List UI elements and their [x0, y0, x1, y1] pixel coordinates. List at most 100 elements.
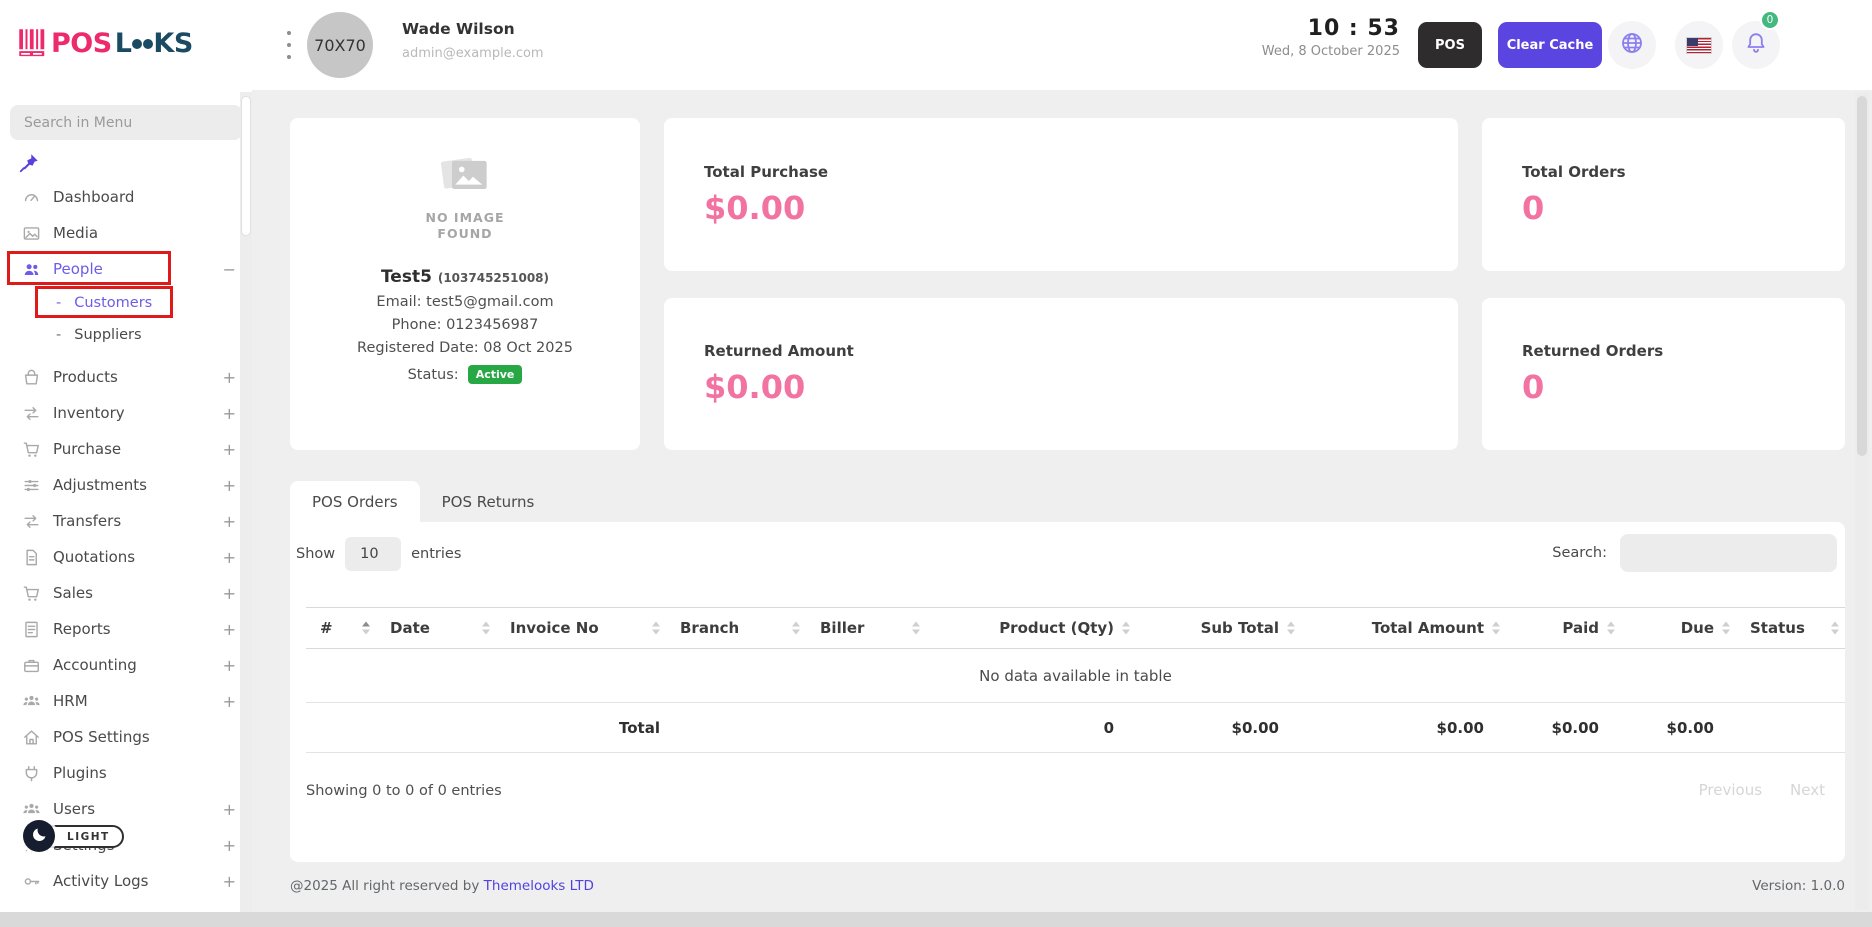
column-header-total-amount[interactable]: Total Amount [1301, 608, 1506, 649]
sort-arrows-icon [1122, 622, 1130, 635]
expand-plus-icon[interactable]: + [223, 872, 236, 891]
sidebar-item-purchase[interactable]: Purchase+ [0, 431, 252, 467]
sidebar-item-accounting[interactable]: Accounting+ [0, 647, 252, 683]
sidebar-scrollbar[interactable] [240, 92, 252, 927]
horizontal-scrollbar[interactable] [0, 912, 1872, 927]
vertical-scrollbar[interactable] [1855, 92, 1869, 910]
expand-plus-icon[interactable]: + [223, 800, 236, 819]
column-header-product-qty-[interactable]: Product (Qty) [926, 608, 1136, 649]
sidebar-item-quotations[interactable]: Quotations+ [0, 539, 252, 575]
sort-arrows-icon [1722, 622, 1730, 635]
language-globe-button[interactable] [1608, 21, 1656, 69]
no-image-text: NO IMAGE FOUND [425, 210, 504, 241]
sidebar-item-people[interactable]: People− [0, 251, 252, 287]
sidebar-item-products[interactable]: Products+ [0, 359, 252, 395]
column-header--[interactable]: # [306, 608, 376, 649]
expand-plus-icon[interactable]: + [223, 584, 236, 603]
customer-phone: Phone: 0123456987 [392, 317, 539, 333]
expand-plus-icon[interactable]: + [223, 476, 236, 495]
expand-plus-icon[interactable]: + [223, 836, 236, 855]
collapse-minus-icon[interactable]: − [223, 260, 236, 279]
purchase-icon [22, 440, 41, 459]
column-header-biller[interactable]: Biller [806, 608, 926, 649]
customer-name: Test5 (103745251008) [381, 267, 549, 287]
theme-toggle[interactable]: LIGHT [23, 820, 133, 852]
logo-text-looks: LKS [115, 28, 193, 59]
pos-button[interactable]: POS [1418, 22, 1482, 68]
expand-plus-icon[interactable]: + [223, 512, 236, 531]
sort-arrows-icon [1607, 622, 1615, 635]
sidebar-item-pos-settings[interactable]: POS Settings [0, 719, 252, 755]
expand-plus-icon[interactable]: + [223, 440, 236, 459]
expand-plus-icon[interactable]: + [223, 620, 236, 639]
total-orders-card: Total Orders 0 [1482, 118, 1845, 271]
tab-pos-orders[interactable]: POS Orders [290, 481, 420, 522]
app-window: 70X70 Wade Wilson admin@example.com 10 :… [0, 0, 1872, 927]
sidebar-item-sales[interactable]: Sales+ [0, 575, 252, 611]
users-icon [22, 800, 41, 819]
stat-label: Returned Amount [704, 342, 1458, 360]
sidebar-item-activity-logs[interactable]: Activity Logs+ [0, 863, 252, 899]
sidebar-scrollbar-thumb[interactable] [241, 96, 251, 236]
avatar[interactable]: 70X70 [307, 12, 373, 78]
sidebar-item-adjustments[interactable]: Adjustments+ [0, 467, 252, 503]
expand-plus-icon[interactable]: + [223, 656, 236, 675]
previous-page-button[interactable]: Previous [1699, 781, 1762, 799]
clock-date: Wed, 8 October 2025 [1262, 44, 1400, 59]
tab-pos-returns[interactable]: POS Returns [420, 481, 557, 522]
total-label: Total [306, 703, 666, 753]
status-badge: Active [468, 365, 523, 384]
expand-plus-icon[interactable]: + [223, 404, 236, 423]
sidebar-menu: Dashboard Media People−-Customers-Supplier… [0, 179, 252, 899]
products-icon [22, 368, 41, 387]
column-header-status[interactable]: Status [1736, 608, 1845, 649]
locale-flag-button[interactable] [1675, 21, 1723, 69]
sort-arrows-icon [1492, 622, 1500, 635]
column-header-branch[interactable]: Branch [666, 608, 806, 649]
sales-icon [22, 584, 41, 603]
sidebar-item-dashboard[interactable]: Dashboard [0, 179, 252, 215]
sidebar-item-media[interactable]: Media [0, 215, 252, 251]
customer-registered-date: Registered Date: 08 Oct 2025 [357, 340, 573, 356]
sidebar-item-hrm[interactable]: HRM+ [0, 683, 252, 719]
orders-tabs: POS Orders POS Returns [290, 481, 556, 522]
pin-icon[interactable] [18, 152, 42, 176]
image-placeholder-icon [439, 152, 491, 204]
sidebar-item-plugins[interactable]: Plugins [0, 755, 252, 791]
stat-value: $0.00 [704, 189, 1458, 227]
company-link[interactable]: Themelooks LTD [484, 878, 594, 894]
sidebar-item-reports[interactable]: Reports+ [0, 611, 252, 647]
menu-search-input[interactable] [10, 105, 242, 140]
brand-logo[interactable]: POS LKS [18, 26, 193, 60]
moon-icon[interactable] [23, 820, 55, 852]
inventory-icon [22, 404, 41, 423]
expand-plus-icon[interactable]: + [223, 368, 236, 387]
sidebar-item-transfers[interactable]: Transfers+ [0, 503, 252, 539]
pagination: Previous Next [1699, 781, 1825, 799]
orders-table-card: Show 10 entries Search: #DateInvoice NoB… [290, 522, 1845, 862]
orders-table: #DateInvoice NoBranchBillerProduct (Qty)… [306, 607, 1845, 753]
bell-icon [1744, 31, 1768, 59]
column-header-paid[interactable]: Paid [1506, 608, 1621, 649]
total-due: $0.00 [1621, 703, 1736, 753]
sidebar-item-inventory[interactable]: Inventory+ [0, 395, 252, 431]
column-header-sub-total[interactable]: Sub Total [1136, 608, 1301, 649]
sidebar-item-suppliers[interactable]: -Suppliers [0, 319, 252, 351]
kebab-menu-icon[interactable] [284, 31, 294, 59]
page-footer: @2025 All right reserved by Themelooks L… [290, 876, 1845, 900]
sidebar-item-label: Media [53, 224, 98, 242]
column-header-due[interactable]: Due [1621, 608, 1736, 649]
next-page-button[interactable]: Next [1790, 781, 1825, 799]
vertical-scrollbar-thumb[interactable] [1857, 96, 1867, 456]
sidebar-item-customers[interactable]: -Customers [0, 287, 252, 319]
expand-plus-icon[interactable]: + [223, 548, 236, 567]
clear-cache-button[interactable]: Clear Cache [1498, 22, 1602, 68]
column-header-date[interactable]: Date [376, 608, 496, 649]
expand-plus-icon[interactable]: + [223, 692, 236, 711]
clock: 10 : 53 Wed, 8 October 2025 [1262, 16, 1400, 59]
quotations-icon [22, 548, 41, 567]
column-header-invoice-no[interactable]: Invoice No [496, 608, 666, 649]
entries-select[interactable]: 10 [345, 537, 401, 571]
pos-settings-icon [22, 728, 41, 747]
table-search-input[interactable] [1620, 534, 1837, 572]
